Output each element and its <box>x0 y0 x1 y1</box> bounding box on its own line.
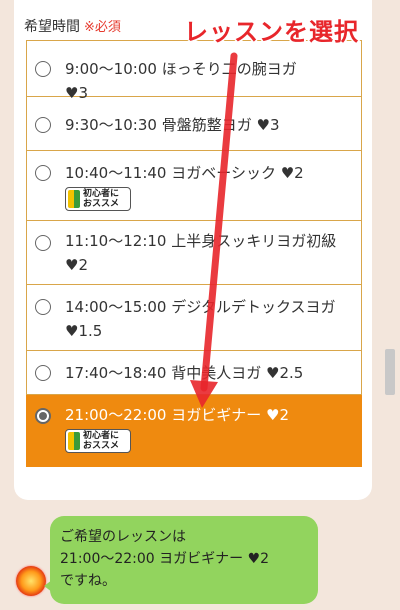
option-content: 11:10〜12:10 上半身スッキリヨガ初級 ♥2 <box>65 229 355 277</box>
option-time: 9:30〜10:30 <box>65 116 157 134</box>
beginner-badge: 初心者に おススメ <box>65 187 131 211</box>
option-content: 17:40〜18:40 背中美人ヨガ ♥2.5 <box>65 361 355 385</box>
radio-button[interactable] <box>35 61 51 77</box>
badge-line1: 初心者に <box>83 431 120 441</box>
option-time: 11:10〜12:10 <box>65 232 167 250</box>
option-content: 9:00〜10:00 ほっそり二の腕ヨガ ♥3 <box>65 57 355 105</box>
lesson-options: 9:00〜10:00 ほっそり二の腕ヨガ ♥3 9:30〜10:30 骨盤筋整ヨ… <box>26 40 362 467</box>
badge-line2: おススメ <box>83 441 120 451</box>
lesson-option-4[interactable]: 14:00〜15:00 デジタルデトックスヨガ ♥1.5 <box>26 285 362 351</box>
lesson-option-6[interactable]: 21:00〜22:00 ヨガビギナー ♥2 初心者に おススメ <box>26 395 362 467</box>
lesson-option-0[interactable]: 9:00〜10:00 ほっそり二の腕ヨガ ♥3 <box>26 41 362 102</box>
option-name: 背中美人ヨガ <box>171 364 262 382</box>
beginner-badge: 初心者に おススメ <box>65 429 131 453</box>
required-mark: ※必須 <box>84 20 121 35</box>
option-content: 9:30〜10:30 骨盤筋整ヨガ ♥3 <box>65 113 355 137</box>
chat-bubble: ご希望のレッスンは 21:00〜22:00 ヨガビギナー ♥2 ですね。 <box>44 516 318 604</box>
option-time: 9:00〜10:00 <box>65 60 157 78</box>
field-label: 希望時間 ※必須 <box>24 16 121 36</box>
chat-line2: 21:00〜22:00 ヨガビギナー ♥2 <box>60 551 270 567</box>
badge-line2: おススメ <box>83 199 120 209</box>
option-hearts: ♥2 <box>266 406 290 424</box>
radio-button[interactable] <box>35 117 51 133</box>
option-hearts: ♥1.5 <box>65 322 103 340</box>
option-hearts: ♥2 <box>65 256 88 274</box>
field-label-text: 希望時間 <box>24 19 80 35</box>
option-content: 10:40〜11:40 ヨガベーシック ♥2 初心者に おススメ <box>65 161 355 215</box>
option-time: 10:40〜11:40 <box>65 164 167 182</box>
option-content: 21:00〜22:00 ヨガビギナー ♥2 初心者に おススメ <box>65 403 355 457</box>
annotation-label: レッスンを選択 <box>184 18 359 46</box>
option-hearts: ♥2.5 <box>266 364 304 382</box>
option-name: ヨガビギナー <box>171 406 262 424</box>
option-name: デジタルデトックスヨガ <box>171 298 336 316</box>
option-name: 骨盤筋整ヨガ <box>161 116 252 134</box>
radio-button[interactable] <box>35 299 51 315</box>
option-hearts: ♥3 <box>65 84 88 102</box>
lesson-option-1[interactable]: 9:30〜10:30 骨盤筋整ヨガ ♥3 <box>26 97 362 151</box>
radio-button-selected[interactable] <box>35 408 51 424</box>
lesson-option-5[interactable]: 17:40〜18:40 背中美人ヨガ ♥2.5 <box>26 351 362 395</box>
beginner-leaf-icon <box>68 190 80 208</box>
lesson-option-3[interactable]: 11:10〜12:10 上半身スッキリヨガ初級 ♥2 <box>26 221 362 285</box>
radio-button[interactable] <box>35 365 51 381</box>
radio-button[interactable] <box>35 165 51 181</box>
option-name: ヨガベーシック <box>171 164 276 182</box>
option-time: 14:00〜15:00 <box>65 298 167 316</box>
option-name: ほっそり二の腕ヨガ <box>161 60 297 78</box>
beginner-leaf-icon <box>68 432 80 450</box>
option-hearts: ♥2 <box>280 164 304 182</box>
option-time: 17:40〜18:40 <box>65 364 167 382</box>
option-name: 上半身スッキリヨガ初級 <box>171 232 337 250</box>
lesson-option-2[interactable]: 10:40〜11:40 ヨガベーシック ♥2 初心者に おススメ <box>26 151 362 221</box>
option-hearts: ♥3 <box>256 116 280 134</box>
avatar <box>16 566 46 596</box>
scrollbar-thumb[interactable] <box>385 349 395 395</box>
chat-line3: ですね。 <box>60 573 116 589</box>
chat-line1: ご希望のレッスンは <box>60 529 186 545</box>
option-time: 21:00〜22:00 <box>65 406 167 424</box>
option-content: 14:00〜15:00 デジタルデトックスヨガ ♥1.5 <box>65 295 355 343</box>
radio-button[interactable] <box>35 235 51 251</box>
badge-line1: 初心者に <box>83 189 120 199</box>
